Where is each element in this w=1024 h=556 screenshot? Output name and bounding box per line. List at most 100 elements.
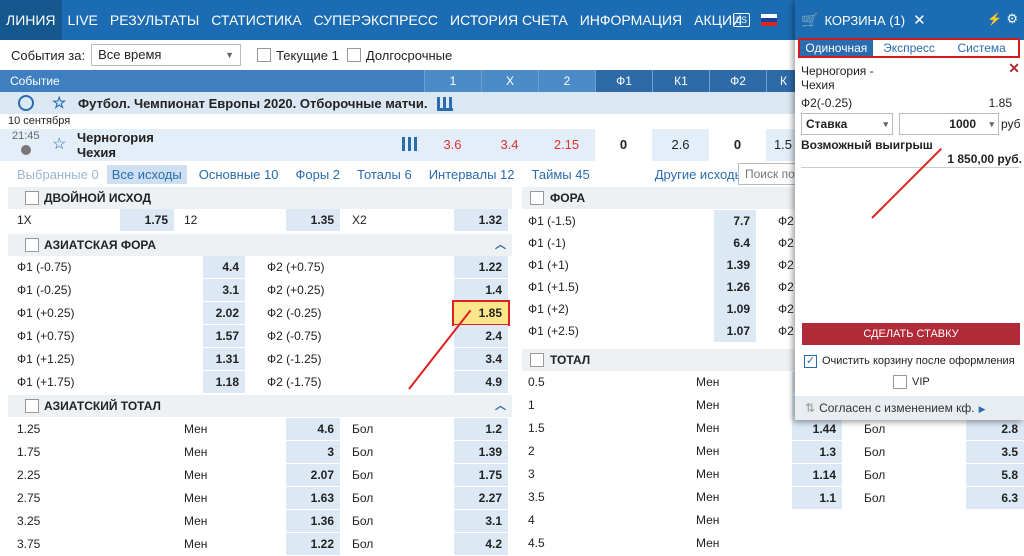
odd-f1[interactable]: 0 [595, 129, 652, 161]
russia-flag-icon[interactable] [761, 14, 777, 26]
odd-cell[interactable]: 1.44 [792, 418, 842, 440]
odd-cell[interactable]: 1.2 [454, 418, 508, 440]
market-checkbox[interactable] [530, 191, 544, 205]
current-checkbox[interactable] [257, 48, 272, 62]
odd-x[interactable]: 3.4 [481, 129, 538, 161]
team1[interactable]: Черногория [77, 130, 154, 145]
nav-superexpress[interactable]: СУПЕРЭКСПРЕСС [308, 0, 444, 40]
tab-single[interactable]: Одиночная [800, 40, 873, 56]
nav-results[interactable]: РЕЗУЛЬТАТЫ [104, 0, 205, 40]
odd-cell[interactable]: 7.7 [714, 210, 756, 232]
odd-cell[interactable]: 2.07 [286, 464, 340, 486]
odd-cell[interactable]: 1.07 [714, 320, 756, 342]
odd-cell[interactable]: 1.26 [714, 276, 756, 298]
odd-cell[interactable]: 2.27 [454, 487, 508, 509]
odd-cell[interactable]: 1.3 [792, 441, 842, 463]
chevron-up-icon[interactable]: ︿ [495, 234, 506, 256]
odd-cell[interactable]: 4.9 [454, 371, 508, 393]
odd-cell[interactable]: 1.22 [286, 533, 340, 555]
odd-cell[interactable]: 1.09 [714, 298, 756, 320]
tab-system[interactable]: Система [945, 40, 1018, 56]
tab-express[interactable]: Экспресс [873, 40, 946, 56]
nav-history[interactable]: ИСТОРИЯ СЧЕТА [444, 0, 574, 40]
odd-cell[interactable]: 4.2 [454, 533, 508, 555]
tab-other[interactable]: Другие исходы [655, 167, 744, 182]
nav-stats[interactable]: СТАТИСТИКА [205, 0, 307, 40]
odd-1[interactable]: 3.6 [424, 129, 481, 161]
market-checkbox[interactable] [25, 399, 39, 413]
odd-cell[interactable]: 3.4 [454, 348, 508, 370]
odd-2[interactable]: 2.15 [538, 129, 595, 161]
long-checkbox[interactable] [346, 48, 361, 62]
odd-cell[interactable]: 6.3 [966, 487, 1024, 509]
stake-type-select[interactable]: Ставка ▾ [801, 113, 893, 135]
odd-cell[interactable]: 3.1 [203, 279, 245, 301]
market-header[interactable]: АЗИАТСКИЙ ТОТАЛ ︿ [8, 395, 512, 417]
odd-cell[interactable]: 6.4 [714, 232, 756, 254]
right-markets: ФОРА Ф1 (-1.5) 7.7 Ф2 Ф1 (-1) 6.4 Ф2 Ф1 (+1) 1.… [522, 187, 800, 556]
tab-handicaps[interactable]: Форы 2 [295, 167, 340, 182]
odd-cell[interactable]: 1.35 [286, 209, 340, 231]
odd-cell[interactable]: 1.31 [203, 348, 245, 370]
odd-cell[interactable]: 1.32 [454, 209, 508, 231]
market-header[interactable]: ФОРА [522, 187, 800, 209]
chevron-up-icon[interactable]: ︿ [495, 395, 506, 417]
stats-icon[interactable] [402, 137, 418, 151]
odd-k1[interactable]: 2.6 [652, 129, 709, 161]
tab-main[interactable]: Основные 10 [199, 167, 279, 182]
lightning-icon[interactable]: ⚡ [987, 12, 1002, 26]
odd-f2[interactable]: 0 [709, 129, 766, 161]
odd-cell[interactable]: 1.18 [203, 371, 245, 393]
place-bet-button[interactable]: СДЕЛАТЬ СТАВКУ [802, 323, 1020, 345]
nav-live[interactable]: LIVE [62, 0, 104, 40]
odd-cell[interactable]: 1.57 [203, 325, 245, 347]
tab-totals[interactable]: Тоталы 6 [357, 167, 412, 182]
odd-cell[interactable]: 1.22 [454, 256, 508, 278]
team2[interactable]: Чехия [77, 145, 116, 160]
odd-cell[interactable]: 1.14 [792, 464, 842, 486]
stake-input[interactable]: 1000 ▾ [899, 113, 999, 135]
odd-cell[interactable]: 2.8 [966, 418, 1024, 440]
market-header[interactable]: ДВОЙНОЙ ИСХОД [8, 187, 512, 209]
tab-halves[interactable]: Таймы 45 [532, 167, 590, 182]
search-input[interactable] [738, 163, 798, 185]
nav-info[interactable]: ИНФОРМАЦИЯ [574, 0, 688, 40]
odd-cell[interactable]: 1.75 [120, 209, 174, 231]
market-checkbox[interactable] [25, 191, 39, 205]
market-header[interactable]: ТОТАЛ [522, 349, 800, 371]
odd-cell[interactable]: 1.36 [286, 510, 340, 532]
star-icon[interactable]: ☆ [52, 134, 66, 154]
odd-cell[interactable]: 4.6 [286, 418, 340, 440]
odd-cell[interactable]: 3 [286, 441, 340, 463]
odd-cell[interactable]: 1.39 [714, 254, 756, 276]
stats-icon[interactable] [437, 97, 453, 111]
star-icon[interactable]: ☆ [52, 93, 66, 113]
gear-icon[interactable]: ⚙ [1006, 11, 1018, 27]
odd-cell[interactable]: 1.75 [454, 464, 508, 486]
tab-intervals[interactable]: Интервалы 12 [429, 167, 515, 182]
vip-checkbox[interactable] [893, 375, 907, 389]
market-checkbox[interactable] [530, 353, 544, 367]
nav-line[interactable]: ЛИНИЯ [0, 0, 62, 40]
period-select[interactable]: Все время ▼ [91, 44, 242, 66]
odd-cell[interactable]: 3.5 [966, 441, 1024, 463]
odd-cell[interactable]: 2.02 [203, 302, 245, 324]
info-icon[interactable] [21, 145, 31, 155]
ls-icon[interactable]: LS [733, 13, 750, 27]
remove-icon[interactable]: ✕ [1008, 60, 1020, 77]
market-header[interactable]: АЗИАТСКАЯ ФОРА ︿ [8, 234, 512, 256]
close-icon[interactable]: ✕ [913, 11, 926, 29]
agree-select[interactable]: ⇅ Согласен с изменением кф. ▶ [795, 396, 1024, 420]
odd-cell[interactable]: 1.63 [286, 487, 340, 509]
odd-cell[interactable]: 1.1 [792, 487, 842, 509]
odd-cell[interactable]: 3.1 [454, 510, 508, 532]
odd-cell[interactable]: 1.39 [454, 441, 508, 463]
tab-all[interactable]: Все исходы [106, 164, 187, 184]
clear-checkbox[interactable]: ✓ [804, 355, 817, 368]
tab-selected[interactable]: Выбранные 0 [17, 167, 99, 182]
odd-cell[interactable]: 1.4 [454, 279, 508, 301]
odd-cell[interactable]: 2.4 [454, 325, 508, 347]
odd-cell[interactable]: 4.4 [203, 256, 245, 278]
odd-cell[interactable]: 5.8 [966, 464, 1024, 486]
market-checkbox[interactable] [25, 238, 39, 252]
